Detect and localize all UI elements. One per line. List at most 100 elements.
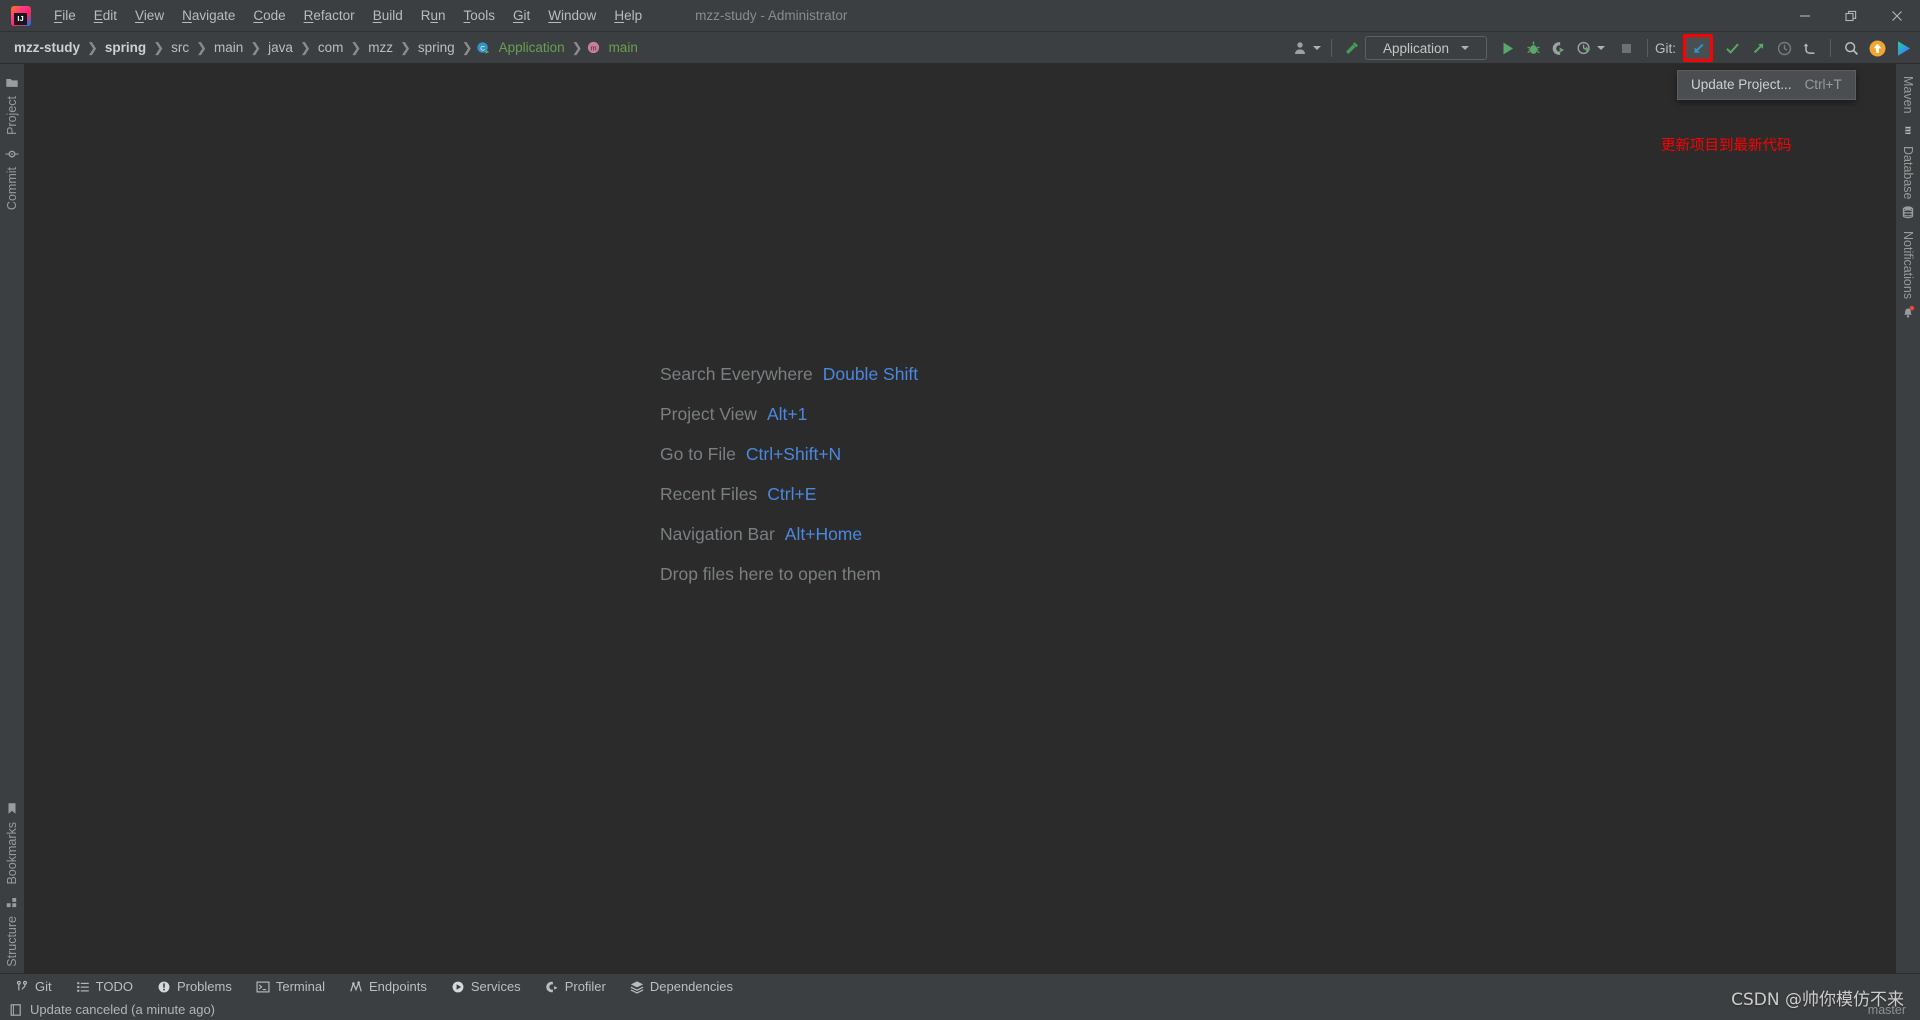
breadcrumb-label: mzz-study (14, 40, 81, 55)
idea-window: FileEditViewNavigateCodeRefactorBuildRun… (0, 0, 1920, 1020)
menu-item-tools[interactable]: Tools (455, 4, 505, 28)
tool-stripe-structure[interactable]: Structure (5, 890, 19, 973)
tool-window-problems[interactable]: Problems (148, 977, 241, 996)
commit-icon (1725, 43, 1739, 54)
svg-text:m: m (590, 43, 596, 52)
breadcrumb-item-mzz[interactable]: mzz (364, 38, 397, 57)
menu-item-run[interactable]: Run (412, 4, 455, 28)
window-controls (1782, 0, 1920, 32)
menu-item-file[interactable]: File (45, 4, 85, 28)
hint-shortcut: Ctrl+Shift+N (745, 443, 842, 464)
dependencies-icon (630, 980, 644, 994)
event-log-icon[interactable] (9, 1003, 23, 1017)
run-configuration-selector[interactable]: Application (1364, 36, 1487, 60)
run-button[interactable] (1495, 35, 1521, 61)
stop-button[interactable] (1614, 35, 1640, 61)
tool-window-dependencies[interactable]: Dependencies (621, 977, 742, 996)
tool-window-label: Git (35, 979, 52, 994)
menu-item-edit[interactable]: Edit (85, 4, 126, 28)
editor-hint: Drop files here to open them (660, 554, 918, 594)
tool-stripe-label: Maven (1901, 76, 1915, 114)
tool-window-terminal[interactable]: Terminal (247, 977, 334, 996)
git-branch-icon (15, 980, 29, 994)
profiler-icon (545, 980, 559, 994)
breadcrumb-separator-icon: ❯ (196, 39, 207, 55)
tool-stripe-project[interactable]: Project (5, 70, 19, 141)
services-icon (451, 980, 465, 994)
breadcrumb-item-src[interactable]: src (167, 38, 193, 57)
menu-item-build[interactable]: Build (364, 4, 412, 28)
csdn-watermark: CSDN @帅你模仿不来 (1731, 990, 1904, 1010)
intellij-idea-logo-icon (11, 5, 31, 26)
tool-stripe-notifications[interactable]: Notifications (1901, 225, 1915, 325)
git-commit-button[interactable] (1719, 35, 1745, 61)
breadcrumb-item-com[interactable]: com (314, 38, 348, 57)
git-push-button[interactable] (1745, 35, 1771, 61)
hint-shortcut: Double Shift (822, 363, 919, 384)
right-tool-stripe: Maven m Database Notifications (1895, 64, 1920, 983)
avatar-button[interactable] (1290, 35, 1324, 61)
breadcrumb-item-mzz-study[interactable]: mzz-study (10, 38, 84, 57)
menu-item-help[interactable]: Help (605, 4, 651, 28)
commit-node-icon (5, 147, 19, 161)
restore-button[interactable] (1828, 0, 1874, 32)
profiler-button[interactable] (1573, 35, 1608, 61)
tool-stripe-database[interactable]: Database (1901, 140, 1915, 226)
minimize-button[interactable] (1782, 0, 1828, 32)
breadcrumb-item-java[interactable]: java (264, 38, 297, 57)
breadcrumb-item-main[interactable]: main (210, 38, 247, 57)
menu-item-window[interactable]: Window (539, 4, 605, 28)
breadcrumb-item-spring[interactable]: spring (101, 38, 150, 57)
breadcrumb-label: src (171, 40, 190, 55)
breadcrumb-separator-icon: ❯ (400, 39, 411, 55)
update-project-tooltip: Update Project... Ctrl+T (1677, 70, 1856, 100)
run-with-coverage-button[interactable] (1547, 35, 1573, 61)
breadcrumb-separator-icon: ❯ (461, 39, 473, 55)
menu-item-view[interactable]: View (126, 4, 173, 28)
tool-stripe-label: Bookmarks (5, 821, 19, 885)
todo-list-icon (76, 980, 90, 994)
menu-item-refactor[interactable]: Refactor (295, 4, 364, 28)
maven-icon: m (1901, 120, 1915, 134)
navigation-bar: mzz-study ❯ spring ❯ src ❯ main ❯ java ❯ com ❯ mzz ❯ s… (0, 32, 1920, 64)
menu-item-navigate[interactable]: Navigate (173, 4, 244, 28)
git-update-project-button[interactable] (1683, 34, 1713, 62)
stop-icon (1622, 43, 1632, 53)
tool-stripe-bookmarks[interactable]: Bookmarks (5, 796, 19, 891)
git-history-button[interactable] (1771, 35, 1797, 61)
annotation-text: 更新项目到最新代码 (1661, 138, 1792, 154)
debug-button[interactable] (1521, 35, 1547, 61)
structure-icon (5, 896, 19, 910)
tool-window-profiler[interactable]: Profiler (536, 977, 615, 996)
breadcrumb-item-main[interactable]: m main (586, 38, 642, 57)
git-rollback-button[interactable] (1797, 35, 1823, 61)
left-tool-stripe: Project Commit Bookmarks Structure (0, 64, 25, 983)
search-button[interactable] (1838, 35, 1864, 61)
ide-services-button[interactable] (1890, 35, 1916, 61)
build-button[interactable] (1339, 35, 1365, 61)
update-available-button[interactable] (1864, 35, 1890, 61)
menu-item-git[interactable]: Git (504, 4, 539, 28)
breadcrumb-item-application[interactable]: C Application (476, 38, 569, 57)
toolbar-divider (1830, 39, 1831, 57)
breadcrumb-separator-icon: ❯ (87, 39, 98, 55)
chevron-down-icon (1596, 46, 1605, 50)
menu-item-code[interactable]: Code (244, 4, 294, 28)
tool-window-label: Problems (176, 979, 232, 994)
tool-window-endpoints[interactable]: Endpoints (340, 977, 436, 996)
breadcrumb-separator-icon: ❯ (153, 39, 165, 55)
tool-stripe-commit[interactable]: Commit (5, 141, 19, 216)
tool-window-services[interactable]: Services (442, 977, 530, 996)
hint-shortcut: Alt+1 (766, 403, 808, 424)
run-configuration-label: Application (1382, 40, 1449, 56)
endpoints-icon (349, 980, 363, 994)
close-button[interactable] (1874, 0, 1920, 32)
breadcrumb-label: spring (104, 40, 147, 55)
tool-window-todo[interactable]: TODO (67, 977, 142, 996)
tool-window-git[interactable]: Git (6, 977, 61, 996)
breadcrumb-item-spring[interactable]: spring (414, 38, 459, 57)
tool-stripe-maven[interactable]: Maven m (1901, 70, 1915, 140)
avatar-icon (1294, 42, 1305, 54)
tool-window-label: Profiler (564, 979, 606, 994)
tool-window-label: Endpoints (369, 979, 427, 994)
